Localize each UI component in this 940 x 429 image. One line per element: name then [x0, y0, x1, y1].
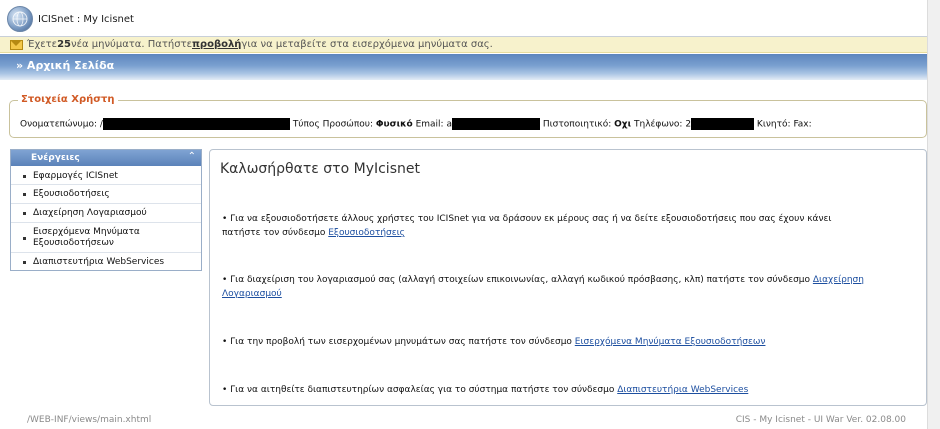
vertical-scrollbar[interactable]	[927, 0, 940, 429]
icisnet-logo-icon[interactable]	[7, 6, 33, 32]
webservices-credentials-link[interactable]: Διαπιστευτήρια WebServices	[617, 385, 748, 395]
sidebar-item-label: Διαχείρηση Λογαριασμού	[33, 208, 147, 218]
paragraph-authorizations: • Για να εξουσιοδοτήσετε άλλους χρήστες …	[222, 212, 872, 240]
breadcrumb-band: » Αρχική Σελίδα	[0, 54, 927, 80]
messages-middle: νέα μηνύματα. Πατήστε	[71, 39, 192, 50]
paragraph-text: • Για να αιτηθείτε διαπιστευτηρίων ασφαλ…	[222, 385, 618, 395]
welcome-title: Καλωσήρθατε στο MyIcisnet	[220, 161, 420, 177]
app-title: ICISnet : My Icisnet	[38, 14, 134, 25]
user-info-line: Ονοματεπώνυμο: / Τύπος Προσώπου: Φυσικό …	[20, 118, 812, 130]
messages-prefix: Έχετε	[27, 39, 58, 50]
bullet-icon	[23, 212, 26, 215]
view-messages-link[interactable]: προβολή	[192, 39, 241, 50]
certificate-value: Οχι	[614, 119, 632, 130]
sidebar-item-label: Εξουσιοδοτήσεις	[33, 189, 110, 199]
name-label: Ονοματεπώνυμο:	[20, 119, 98, 130]
bullet-icon	[23, 193, 26, 196]
actions-sidebar: Ενέργειες ⌃ Εφαρμογές ICISnet Εξουσιοδοτ…	[10, 149, 202, 271]
collapse-chevron-icon[interactable]: ⌃	[188, 151, 196, 162]
new-messages-bar: Έχετε25νέα μηνύματα. Πατήστεπροβολήγια ν…	[0, 37, 927, 53]
email-redaction	[451, 118, 540, 130]
sidebar-title: Ενέργειες	[31, 153, 80, 163]
certificate-label: Πιστοποιητικό:	[542, 119, 612, 130]
inbox-authorizations-link[interactable]: Εισερχόμενα Μηνύματα Εξουσιοδοτήσεων	[575, 337, 766, 347]
sidebar-item-inbox-authorizations[interactable]: Εισερχόμενα Μηνύματα Εξουσιοδοτήσεων	[11, 223, 201, 253]
sidebar-item-label: Εισερχόμενα Μηνύματα Εξουσιοδοτήσεων	[33, 227, 140, 248]
sidebar-item-authorizations[interactable]: Εξουσιοδοτήσεις	[11, 185, 201, 204]
sidebar-item-icisnet-apps[interactable]: Εφαρμογές ICISnet	[11, 167, 201, 185]
name-redaction	[102, 118, 290, 130]
page: ICISnet : My Icisnet Έχετε25νέα μηνύματα…	[0, 0, 927, 429]
new-messages-text: Έχετε25νέα μηνύματα. Πατήστεπροβολήγια ν…	[27, 39, 493, 50]
sidebar-item-account-management[interactable]: Διαχείρηση Λογαριασμού	[11, 204, 201, 223]
paragraph-account: • Για διαχείριση του λογαριασμού σας (αλ…	[222, 273, 872, 301]
messages-suffix: για να μεταβείτε στα εισερχόμενα μηνύματ…	[241, 39, 493, 50]
sidebar-header[interactable]: Ενέργειες ⌃	[11, 150, 201, 166]
type-label: Τύπος Προσώπου:	[292, 119, 373, 130]
footer-version: CIS - My Icisnet - UI War Ver. 02.08.00	[735, 415, 906, 425]
user-info-legend: Στοιχεία Χρήστη	[18, 94, 118, 105]
app-header: ICISnet : My Icisnet	[0, 0, 927, 37]
breadcrumb-home[interactable]: » Αρχική Σελίδα	[16, 59, 114, 72]
sidebar-item-label: Διαπιστευτήρια WebServices	[33, 257, 165, 267]
envelope-icon	[10, 40, 23, 50]
type-value: Φυσικό	[375, 119, 413, 130]
paragraph-text: • Για την προβολή των εισερχομένων μηνυμ…	[222, 337, 575, 347]
bullet-icon	[23, 236, 26, 240]
authorizations-link[interactable]: Εξουσιοδοτήσεις	[328, 228, 405, 238]
sidebar-item-label: Εφαρμογές ICISnet	[33, 171, 118, 181]
fax-label: Fax:	[793, 119, 812, 130]
bullet-icon	[23, 174, 26, 178]
email-label: Email:	[415, 119, 444, 130]
bullet-icon	[23, 261, 26, 264]
footer-view-path: /WEB-INF/views/main.xhtml	[27, 415, 152, 425]
phone-redaction	[691, 118, 755, 130]
paragraph-text: • Για διαχείριση του λογαριασμού σας (αλ…	[222, 275, 813, 285]
mobile-label: Κινητό:	[756, 119, 791, 130]
paragraph-text: • Για να εξουσιοδοτήσετε άλλους χρήστες …	[222, 214, 832, 238]
phone-label: Τηλέφωνο:	[634, 119, 683, 130]
paragraph-webservices: • Για να αιτηθείτε διαπιστευτηρίων ασφαλ…	[222, 383, 872, 397]
messages-count: 25	[57, 39, 71, 50]
paragraph-inbox: • Για την προβολή των εισερχομένων μηνυμ…	[222, 335, 872, 349]
sidebar-item-webservices-credentials[interactable]: Διαπιστευτήρια WebServices	[11, 253, 201, 271]
